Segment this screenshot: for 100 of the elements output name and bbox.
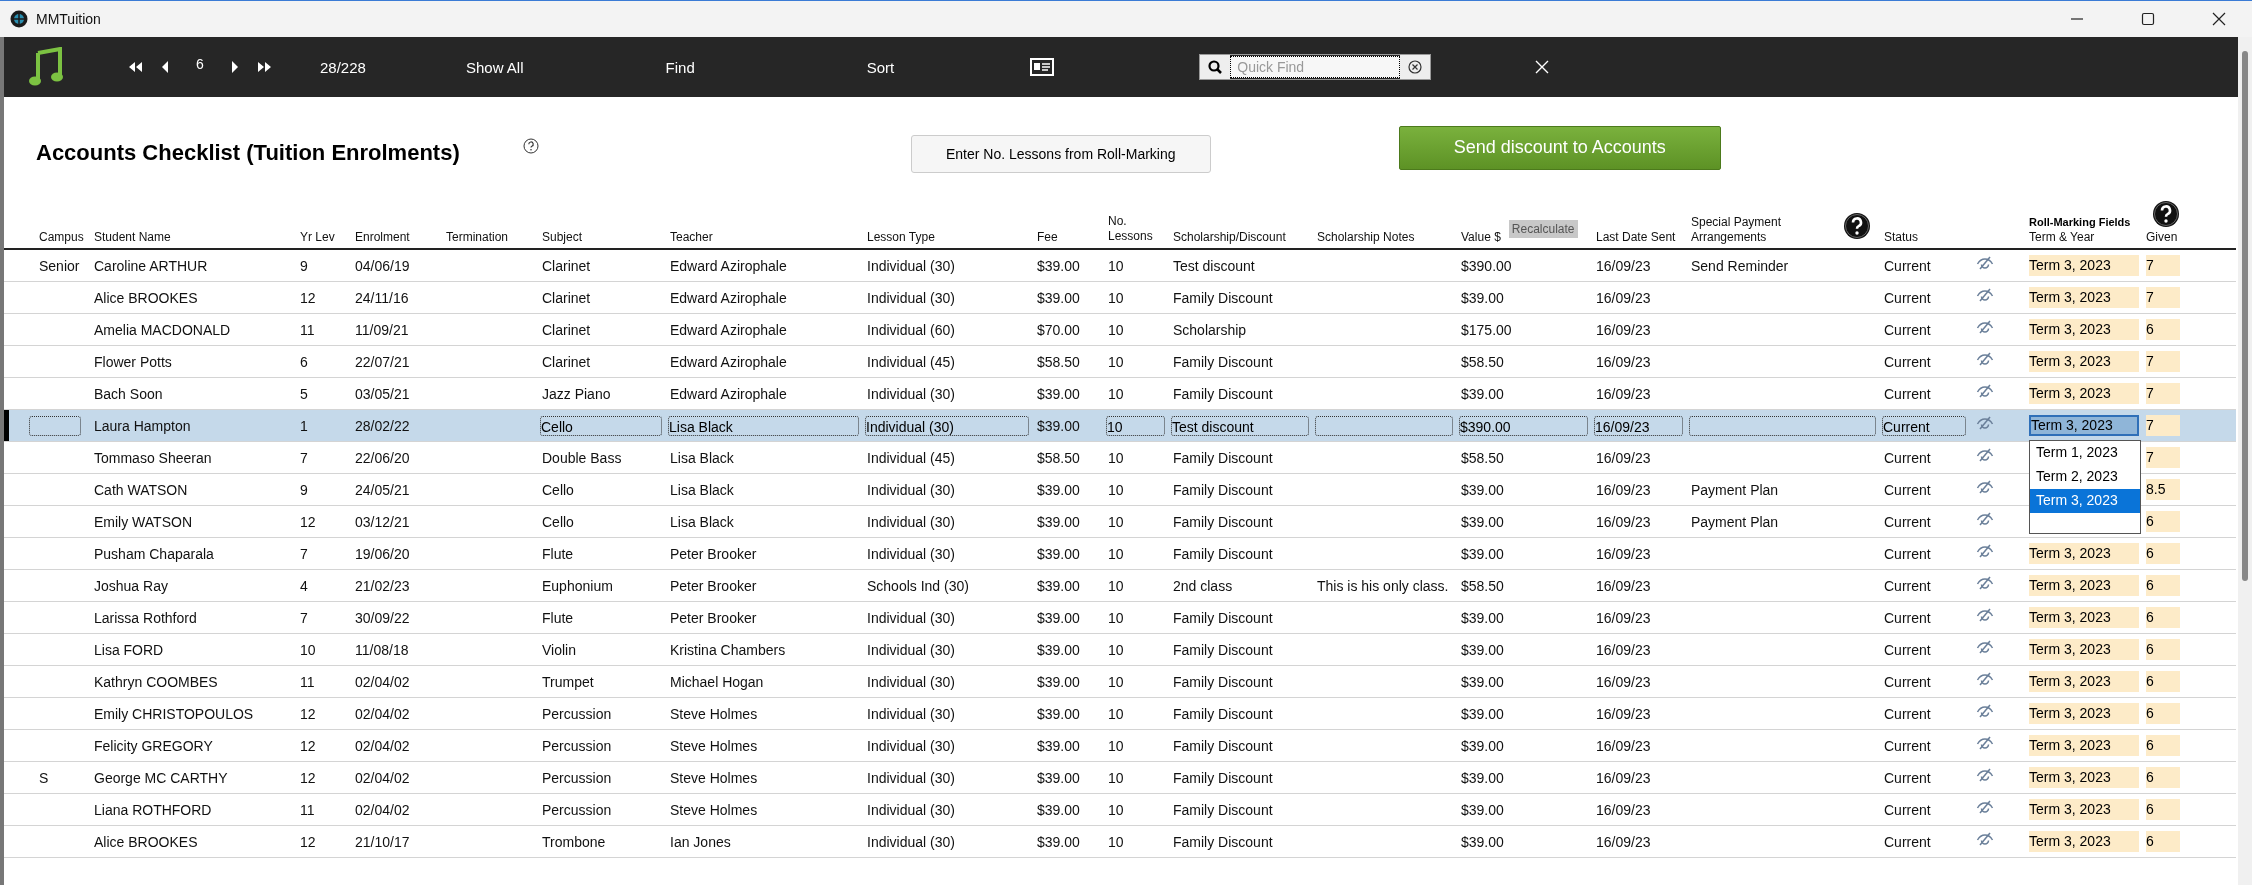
lessons-given-field[interactable]: 6 bbox=[2146, 639, 2180, 660]
eye-slash-icon[interactable] bbox=[1976, 479, 1994, 494]
term-year-field[interactable]: Term 3, 2023 bbox=[2029, 543, 2139, 564]
eye-slash-icon[interactable] bbox=[1976, 287, 1994, 302]
lessons-given-field[interactable]: 6 bbox=[2146, 703, 2180, 724]
search-icon[interactable] bbox=[1200, 55, 1231, 79]
lessons-given-field[interactable]: 6 bbox=[2146, 735, 2180, 756]
term-year-field[interactable]: Term 3, 2023 bbox=[2029, 383, 2139, 404]
dropdown-option[interactable]: Term 1, 2023 bbox=[2030, 441, 2140, 465]
recalculate-button[interactable]: Recalculate bbox=[1508, 220, 1578, 238]
term-year-field[interactable]: Term 3, 2023 bbox=[2029, 351, 2139, 372]
help-icon[interactable] bbox=[2152, 200, 2180, 228]
enter-lessons-button[interactable]: Enter No. Lessons from Roll-Marking bbox=[910, 134, 1211, 173]
enrolment-date-cell: 02/04/02 bbox=[355, 705, 410, 722]
help-icon[interactable] bbox=[1843, 212, 1871, 240]
scrollbar[interactable] bbox=[2238, 37, 2252, 885]
lessons-given-field[interactable]: 8.5 bbox=[2146, 479, 2180, 500]
lessons-given-field[interactable]: 6 bbox=[2146, 799, 2180, 820]
table-row[interactable]: Joshua Ray 4 21/02/23 Euphonium Peter Brooker Schools Ind (30) $39.00 10 2nd class This is his only class. $58.50 16/09/23 Current Term 3, 2023 6 bbox=[4, 570, 2236, 602]
term-year-field[interactable]: Term 3, 2023 bbox=[2029, 831, 2139, 852]
eye-slash-icon[interactable] bbox=[1976, 351, 1994, 366]
maximize-icon[interactable] bbox=[2141, 12, 2155, 26]
contact-card-icon[interactable] bbox=[1030, 58, 1055, 76]
dropdown-option[interactable]: Term 3, 2023 bbox=[2030, 489, 2140, 513]
lessons-given-field[interactable]: 6 bbox=[2146, 511, 2180, 532]
table-row[interactable]: Felicity GREGORY 12 02/04/02 Percussion Steve Holmes Individual (30) $39.00 10 Family Discount $39.00 16/09/23 Current Term 3, 2023 6 bbox=[4, 730, 2236, 762]
eye-slash-icon[interactable] bbox=[1976, 255, 1994, 270]
record-number[interactable]: 6 bbox=[178, 56, 222, 72]
eye-slash-icon[interactable] bbox=[1976, 447, 1994, 462]
table-row[interactable]: Kathryn COOMBES 11 02/04/02 Trumpet Michael Hogan Individual (30) $39.00 10 Family Discount $39.00 16/09/23 Current Term 3, 2023 6 bbox=[4, 666, 2236, 698]
first-record-icon[interactable] bbox=[127, 61, 143, 73]
term-year-field[interactable]: Term 3, 2023 bbox=[2029, 639, 2139, 660]
help-icon[interactable] bbox=[522, 137, 539, 154]
lessons-given-field[interactable]: 6 bbox=[2146, 607, 2180, 628]
table-row[interactable]: Lisa FORD 10 11/08/18 Violin Kristina Chambers Individual (30) $39.00 10 Family Discount $39.00 16/09/23 Current Term 3, 2023 6 bbox=[4, 634, 2236, 666]
eye-slash-icon[interactable] bbox=[1976, 383, 1994, 398]
last-record-icon[interactable] bbox=[257, 61, 273, 73]
previous-record-icon[interactable] bbox=[161, 61, 169, 73]
eye-slash-icon[interactable] bbox=[1976, 607, 1994, 622]
eye-slash-icon[interactable] bbox=[1976, 767, 1994, 782]
term-year-field[interactable]: Term 3, 2023 bbox=[2029, 735, 2139, 756]
sort-button[interactable]: Sort bbox=[860, 54, 901, 80]
eye-slash-icon[interactable] bbox=[1976, 415, 1994, 430]
lessons-given-field[interactable]: 7 bbox=[2146, 447, 2180, 468]
clear-search-icon[interactable] bbox=[1400, 55, 1431, 79]
eye-slash-icon[interactable] bbox=[1976, 799, 1994, 814]
lessons-given-field[interactable]: 7 bbox=[2146, 415, 2180, 436]
input-field[interactable]: $390.00 bbox=[1459, 415, 1588, 436]
lessons-given-field[interactable]: 7 bbox=[2146, 255, 2180, 276]
table-row[interactable]: Emily WATSON 12 03/12/21 Cello Lisa Black Individual (30) $39.00 10 Family Discount $39.00 16/09/23 Payment Plan Current 6 bbox=[4, 506, 2236, 538]
lessons-given-field[interactable]: 6 bbox=[2146, 575, 2180, 596]
value-cell: $39.00 bbox=[1461, 513, 1504, 530]
lessons-given-field[interactable]: 6 bbox=[2146, 767, 2180, 788]
table-row[interactable]: Pusham Chaparala 7 19/06/20 Flute Peter Brooker Individual (30) $39.00 10 Family Discount $39.00 16/09/23 Current Term 3, 2023 6 bbox=[4, 538, 2236, 570]
table-row[interactable]: Senior Caroline ARTHUR 9 04/06/19 Clarinet Edward Azirophale Individual (30) $39.00 10 Test discount $390.00 16/09/23 Send Reminder Current Term 3, 2023 7 bbox=[4, 250, 2236, 282]
lessons-given-field[interactable]: 7 bbox=[2146, 287, 2180, 308]
teacher-cell: Steve Holmes bbox=[670, 737, 758, 754]
lessons-given-field[interactable]: 7 bbox=[2146, 351, 2180, 372]
eye-slash-icon[interactable] bbox=[1976, 543, 1994, 558]
eye-slash-icon[interactable] bbox=[1976, 735, 1994, 750]
lessons-given-field[interactable]: 6 bbox=[2146, 543, 2180, 564]
eye-slash-icon[interactable] bbox=[1976, 639, 1994, 654]
eye-slash-icon[interactable] bbox=[1976, 511, 1994, 526]
term-year-field[interactable]: Term 3, 2023 bbox=[2029, 319, 2139, 340]
lessons-given-field[interactable]: 7 bbox=[2146, 383, 2180, 404]
term-year-field[interactable]: Term 3, 2023 bbox=[2029, 287, 2139, 308]
table-row[interactable]: Alice BROOKES 12 21/10/17 Trombone Ian Jones Individual (30) $39.00 10 Family Discount $39.00 16/09/23 Current Term 3, 2023 6 bbox=[4, 826, 2236, 858]
term-year-field[interactable]: Term 3, 2023 bbox=[2029, 799, 2139, 820]
discount-cell: Family Discount bbox=[1173, 353, 1273, 370]
table-row[interactable]: Liana ROTHFORD 11 02/04/02 Percussion Steve Holmes Individual (30) $39.00 10 Family Discount $39.00 16/09/23 Current Term 3, 2023 6 bbox=[4, 794, 2236, 826]
eye-slash-icon[interactable] bbox=[1976, 319, 1994, 334]
lessons-given-field[interactable]: 6 bbox=[2146, 671, 2180, 692]
table-row[interactable]: S George MC CARTHY 12 02/04/02 Percussion Steve Holmes Individual (30) $39.00 10 Family Discount $39.00 16/09/23 Current Term 3, 2023 6 bbox=[4, 762, 2236, 794]
eye-slash-icon[interactable] bbox=[1976, 703, 1994, 718]
term-year-field[interactable]: Term 3, 2023 bbox=[2029, 671, 2139, 692]
close-icon[interactable] bbox=[2212, 12, 2226, 26]
term-year-field[interactable]: Term 3, 2023 bbox=[2029, 575, 2139, 596]
term-year-field[interactable]: Term 3, 2023 bbox=[2029, 415, 2139, 436]
table-row[interactable]: Flower Potts 6 22/07/21 Clarinet Edward Azirophale Individual (45) $58.50 10 Family Discount $58.50 16/09/23 Current Term 3, 2023 7 bbox=[4, 346, 2236, 378]
eye-slash-icon[interactable] bbox=[1976, 575, 1994, 590]
table-row[interactable]: Amelia MACDONALD 11 11/09/21 Clarinet Edward Azirophale Individual (60) $70.00 10 Scholarship $175.00 16/09/23 Current Term 3, 2023 6 bbox=[4, 314, 2236, 346]
lessons-given-field[interactable]: 6 bbox=[2146, 831, 2180, 852]
last-date-cell: 16/09/23 bbox=[1596, 513, 1651, 530]
quick-find-field[interactable]: Quick Find bbox=[1230, 56, 1401, 78]
term-year-field[interactable]: Term 3, 2023 bbox=[2029, 703, 2139, 724]
table-row[interactable]: Larissa Rothford 7 30/09/22 Flute Peter Brooker Individual (30) $39.00 10 Family Discount $39.00 16/09/23 Current Term 3, 2023 6 bbox=[4, 602, 2236, 634]
show-all-button[interactable]: Show All bbox=[460, 54, 530, 80]
lesson-type-cell: Individual (30) bbox=[867, 801, 955, 818]
term-year-field[interactable]: Term 3, 2023 bbox=[2029, 767, 2139, 788]
eye-slash-icon[interactable] bbox=[1976, 831, 1994, 846]
term-year-field[interactable]: Term 3, 2023 bbox=[2029, 255, 2139, 276]
table-row[interactable]: Emily CHRISTOPOULOS 12 02/04/02 Percussion Steve Holmes Individual (30) $39.00 10 Family Discount $39.00 16/09/23 Current Term 3, 2023 6 bbox=[4, 698, 2236, 730]
find-button[interactable]: Find bbox=[659, 54, 701, 80]
lessons-count-cell: 10 bbox=[1108, 833, 1124, 850]
next-record-icon[interactable] bbox=[231, 61, 239, 73]
term-year-field[interactable]: Term 3, 2023 bbox=[2029, 607, 2139, 628]
table-row[interactable]: Alice BROOKES 12 24/11/16 Clarinet Edward Azirophale Individual (30) $39.00 10 Family Discount $39.00 16/09/23 Current Term 3, 2023 7 bbox=[4, 282, 2236, 314]
lessons-given-field[interactable]: 6 bbox=[2146, 319, 2180, 340]
eye-slash-icon[interactable] bbox=[1976, 671, 1994, 686]
last-date-cell: 16/09/23 bbox=[1596, 257, 1651, 274]
